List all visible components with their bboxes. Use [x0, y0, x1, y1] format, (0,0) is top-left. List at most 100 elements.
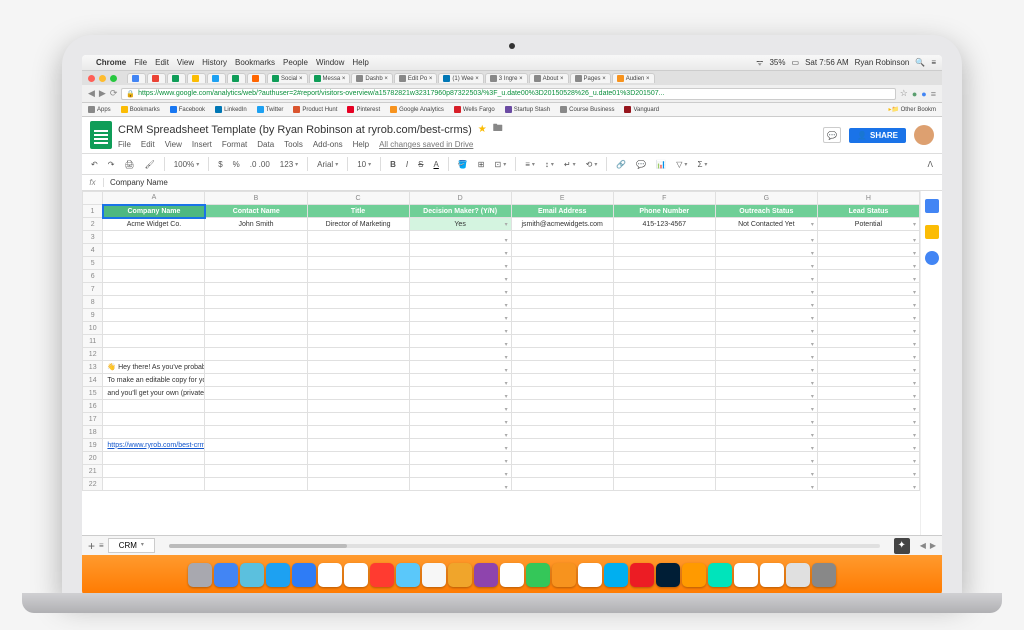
data-cell[interactable] [817, 400, 919, 413]
data-cell[interactable] [103, 296, 205, 309]
data-cell[interactable] [817, 244, 919, 257]
data-cell[interactable]: To make an editable copy for yourself, c… [103, 374, 205, 387]
data-cell[interactable] [715, 348, 817, 361]
dock-app-icon[interactable] [266, 563, 290, 587]
data-cell[interactable] [511, 348, 613, 361]
dock-app-icon[interactable] [760, 563, 784, 587]
data-cell[interactable] [613, 322, 715, 335]
data-cell[interactable] [613, 335, 715, 348]
data-cell[interactable] [715, 244, 817, 257]
redo-button[interactable]: ↷ [105, 158, 118, 171]
data-cell[interactable] [103, 478, 205, 491]
chrome-menu-icon[interactable]: ≡ [931, 89, 936, 99]
ext-icon-1[interactable]: ● [912, 89, 917, 99]
data-cell[interactable]: Not Contacted Yet [715, 218, 817, 231]
data-cell[interactable] [409, 296, 511, 309]
browser-tab[interactable]: Edit Po × [394, 73, 438, 83]
spreadsheet-grid[interactable]: ABCDEFGH1Company NameContact NameTitleDe… [82, 191, 920, 535]
sheets-menu-edit[interactable]: Edit [141, 140, 155, 149]
data-cell[interactable] [205, 283, 307, 296]
dock-app-icon[interactable] [318, 563, 342, 587]
other-bookmarks[interactable]: ▸📁 Other Bookm [888, 106, 936, 113]
header-cell[interactable]: Lead Status [817, 205, 919, 218]
data-cell[interactable] [409, 426, 511, 439]
data-cell[interactable] [205, 478, 307, 491]
row-header[interactable]: 5 [83, 257, 103, 270]
menu-help[interactable]: Help [352, 58, 368, 67]
menu-bookmarks[interactable]: Bookmarks [235, 58, 275, 67]
row-header[interactable]: 22 [83, 478, 103, 491]
sheets-menu-data[interactable]: Data [257, 140, 274, 149]
percent-button[interactable]: % [230, 158, 243, 171]
formula-input[interactable]: Company Name [104, 178, 168, 187]
dock-app-icon[interactable] [578, 563, 602, 587]
col-header[interactable]: C [307, 192, 409, 205]
wifi-icon[interactable]: ᯤ [756, 57, 763, 68]
data-cell[interactable] [205, 465, 307, 478]
sheets-menu-help[interactable]: Help [353, 140, 369, 149]
data-cell[interactable] [409, 413, 511, 426]
data-cell[interactable] [205, 231, 307, 244]
scroll-right-icon[interactable]: ▶ [930, 541, 936, 550]
data-cell[interactable] [511, 478, 613, 491]
sheets-menu-addons[interactable]: Add-ons [313, 140, 343, 149]
data-cell[interactable] [817, 335, 919, 348]
data-cell[interactable] [511, 257, 613, 270]
data-cell[interactable] [715, 361, 817, 374]
data-cell[interactable] [103, 400, 205, 413]
dock-app-icon[interactable] [734, 563, 758, 587]
forward-button[interactable]: ▶ [99, 88, 106, 99]
paint-format-button[interactable]: 🖌 [142, 158, 158, 171]
data-cell[interactable] [613, 452, 715, 465]
italic-button[interactable]: I [403, 158, 411, 171]
data-cell[interactable] [715, 374, 817, 387]
data-cell[interactable] [715, 270, 817, 283]
currency-button[interactable]: $ [215, 158, 225, 171]
row-header[interactable]: 10 [83, 322, 103, 335]
data-cell[interactable] [613, 361, 715, 374]
dock-app-icon[interactable] [448, 563, 472, 587]
data-cell[interactable] [103, 426, 205, 439]
wrap-button[interactable]: ↵▾ [561, 158, 579, 171]
data-cell[interactable] [817, 387, 919, 400]
close-window-button[interactable] [88, 75, 95, 82]
bookmark-item[interactable]: Facebook [170, 107, 205, 113]
dock-app-icon[interactable] [240, 563, 264, 587]
menu-file[interactable]: File [134, 58, 147, 67]
collapse-toolbar-icon[interactable]: ᐱ [925, 158, 936, 171]
data-cell[interactable] [817, 231, 919, 244]
bookmark-item[interactable]: Twitter [257, 107, 284, 113]
data-cell[interactable] [205, 270, 307, 283]
row-header[interactable]: 13 [83, 361, 103, 374]
browser-tab[interactable]: Audien × [612, 73, 655, 83]
valign-button[interactable]: ↕▾ [542, 158, 557, 171]
row-header[interactable]: 20 [83, 452, 103, 465]
row-header[interactable]: 18 [83, 426, 103, 439]
header-cell[interactable]: Outreach Status [715, 205, 817, 218]
data-cell[interactable] [817, 348, 919, 361]
explore-button[interactable]: ✦ [894, 538, 910, 554]
data-cell[interactable] [307, 452, 409, 465]
data-cell[interactable]: 👋 Hey there! As you've probably noticed,… [103, 361, 205, 374]
browser-tab[interactable]: (1) Wee × [438, 73, 483, 83]
data-cell[interactable] [409, 257, 511, 270]
fill-color-button[interactable]: 🪣 [455, 158, 471, 171]
data-cell[interactable] [103, 244, 205, 257]
menu-window[interactable]: Window [316, 58, 344, 67]
bookmark-item[interactable]: Vanguard [624, 107, 659, 113]
data-cell[interactable] [205, 309, 307, 322]
data-cell[interactable] [715, 296, 817, 309]
browser-tab[interactable] [167, 73, 186, 83]
data-cell[interactable] [613, 439, 715, 452]
data-cell[interactable] [307, 309, 409, 322]
data-cell[interactable] [613, 283, 715, 296]
maximize-window-button[interactable] [110, 75, 117, 82]
data-cell[interactable] [613, 231, 715, 244]
browser-tab[interactable] [247, 73, 266, 83]
data-cell[interactable] [103, 348, 205, 361]
browser-tab[interactable]: Messa × [309, 73, 351, 83]
dock-app-icon[interactable] [474, 563, 498, 587]
row-header[interactable]: 16 [83, 400, 103, 413]
data-cell[interactable] [103, 335, 205, 348]
link-button[interactable]: 🔗 [613, 158, 629, 171]
